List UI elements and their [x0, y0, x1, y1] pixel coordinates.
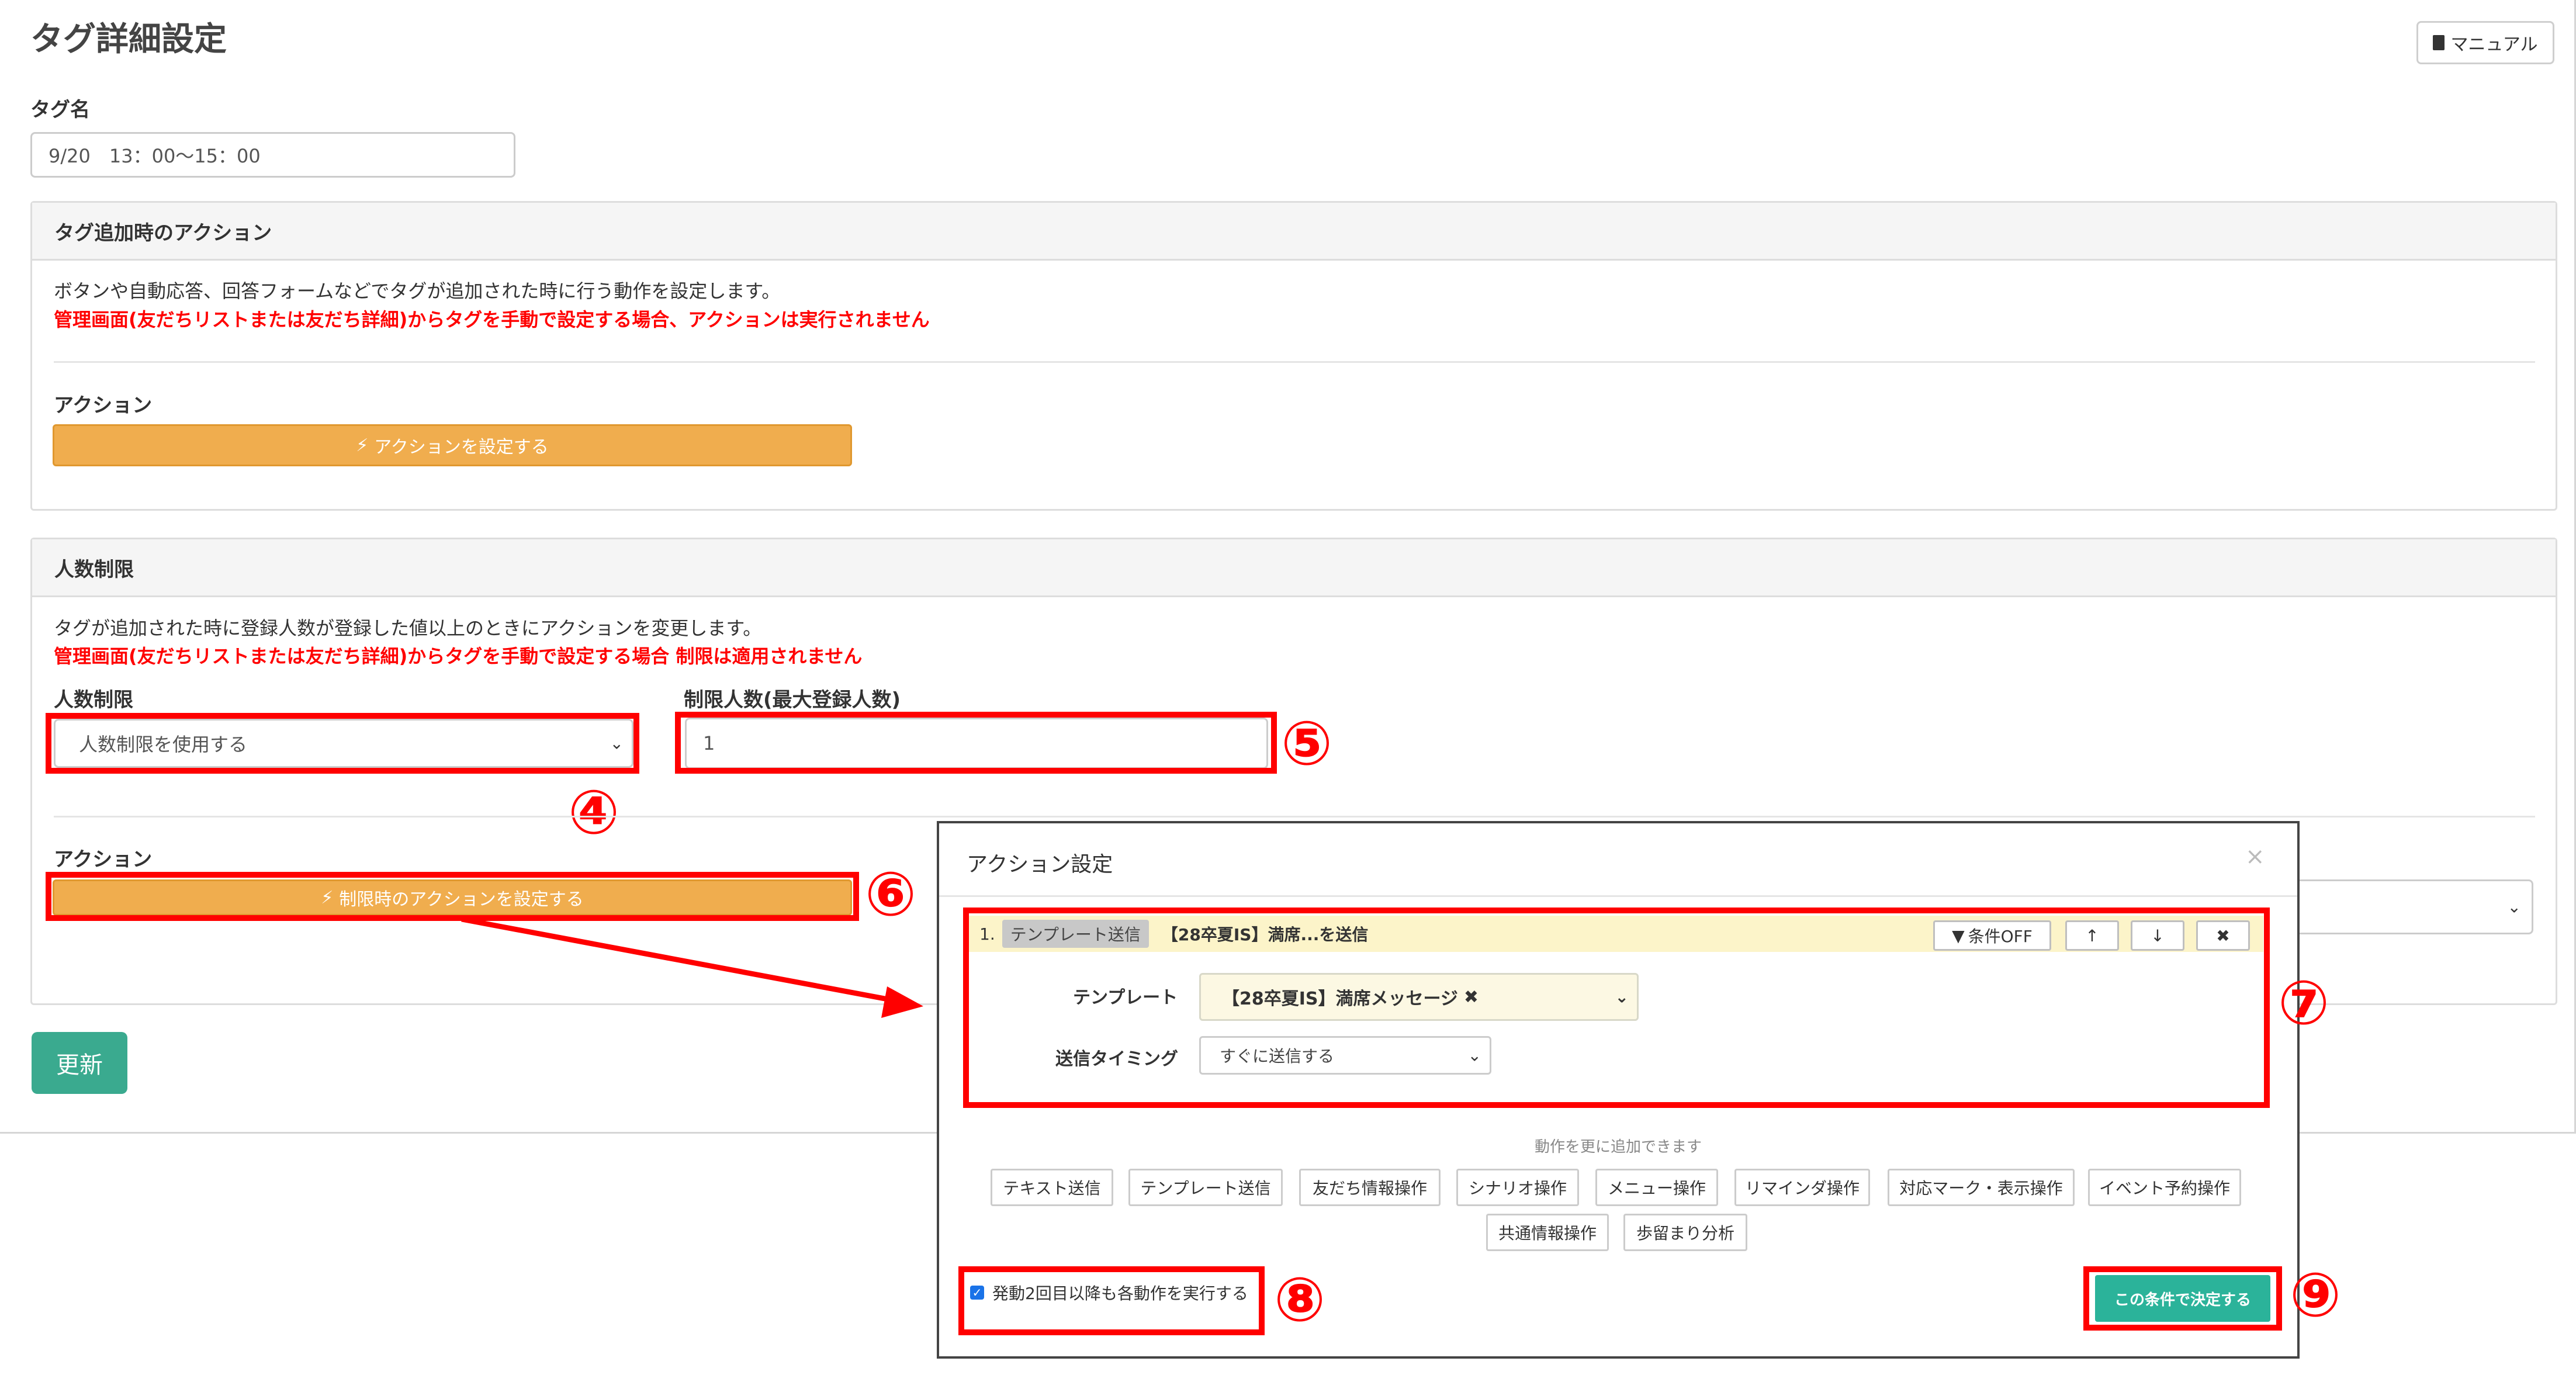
chip-template-send[interactable]: テンプレート送信	[1128, 1169, 1283, 1206]
divider	[939, 895, 2297, 897]
annotation-box-7	[963, 908, 2270, 1108]
update-button[interactable]: 更新	[32, 1032, 127, 1094]
annotation-box-9	[2083, 1266, 2282, 1331]
modal-title: アクション設定	[967, 853, 1113, 877]
chip-common-info[interactable]: 共通情報操作	[1486, 1214, 1609, 1251]
chip-text-send[interactable]: テキスト送信	[991, 1169, 1113, 1206]
annotation-box-8	[958, 1266, 1265, 1335]
chip-event-reservation[interactable]: イベント予約操作	[2088, 1169, 2241, 1206]
chip-friend-info[interactable]: 友だち情報操作	[1299, 1169, 1441, 1206]
annotation-number-8: ⑧	[1274, 1264, 1326, 1335]
annotation-number-7: ⑦	[2278, 967, 2330, 1038]
add-more-hint: 動作を更に追加できます	[1534, 1138, 1702, 1156]
chip-scenario[interactable]: シナリオ操作	[1456, 1169, 1579, 1206]
close-icon[interactable]: ×	[2245, 843, 2265, 870]
chip-reminder[interactable]: リマインダ操作	[1734, 1169, 1870, 1206]
annotation-number-9: ⑨	[2290, 1259, 2342, 1331]
chip-mark-display[interactable]: 対応マーク・表示操作	[1888, 1169, 2075, 1206]
chip-menu[interactable]: メニュー操作	[1595, 1169, 1718, 1206]
chip-yield-analysis[interactable]: 歩留まり分析	[1623, 1214, 1747, 1251]
